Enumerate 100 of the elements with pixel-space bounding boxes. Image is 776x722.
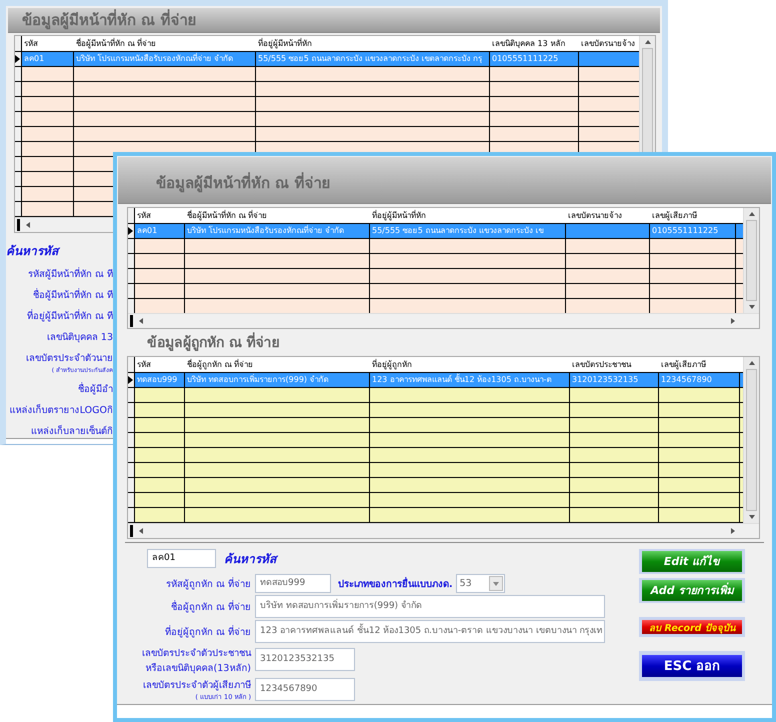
- table-row[interactable]: [128, 478, 743, 493]
- table-row[interactable]: [128, 268, 743, 284]
- table-row[interactable]: [15, 97, 639, 112]
- column-header[interactable]: ชื่อผู้ถูกหัก ณ ที่จ่าย: [185, 356, 370, 372]
- column-header[interactable]: ชื่อผู้มีหน้าที่หัก ณ ที่จ่าย: [185, 208, 370, 223]
- row-header[interactable]: [128, 402, 135, 417]
- table-cell: ลค01: [22, 52, 74, 66]
- table-cell: 0105551111225: [650, 224, 736, 238]
- action-button[interactable]: ลบ Record ปัจจุบัน: [642, 620, 742, 634]
- row-header[interactable]: [128, 508, 135, 522]
- row-header[interactable]: [128, 356, 135, 372]
- row-header[interactable]: [15, 82, 22, 96]
- table-row[interactable]: [128, 448, 743, 463]
- row-header[interactable]: [15, 187, 22, 201]
- row-header[interactable]: [128, 462, 135, 477]
- field-label: เลขบัตรประจำตัวประชาชน: [142, 646, 251, 660]
- table-row[interactable]: [15, 67, 639, 82]
- column-header[interactable]: เลขผู้เสียภาษี: [659, 356, 740, 372]
- column-header[interactable]: รหัส: [135, 356, 185, 372]
- row-header[interactable]: [128, 268, 135, 283]
- row-header[interactable]: [128, 298, 135, 313]
- table-row[interactable]: [128, 254, 743, 269]
- row-header[interactable]: [15, 172, 22, 186]
- row-header[interactable]: [128, 254, 135, 268]
- scroll-up-icon[interactable]: [748, 212, 754, 216]
- input-field[interactable]: บริษัท ทดสอบการเพิ่มรายการ(999) จำกัด: [255, 594, 605, 618]
- table-row[interactable]: [128, 492, 743, 508]
- table-cell: บริษัท ทดสอบการเพิ่มรายการ(999) จำกัด: [185, 372, 370, 387]
- row-header[interactable]: [15, 67, 22, 81]
- column-header[interactable]: ชื่อผู้มีหน้าที่หัก ณ ที่จ่าย: [74, 36, 256, 51]
- window-title: ข้อมูลผู้มีหน้าที่หัก ณ ที่จ่าย: [156, 171, 330, 194]
- scroll-right-icon[interactable]: [731, 528, 735, 534]
- table-row[interactable]: [128, 238, 743, 254]
- search-field[interactable]: ลค01: [147, 548, 216, 568]
- input-field[interactable]: 123 อาคารทศพลแลนด์ ชั้น12 ห้อง1305 ถ.บางนา-ตราด แขวงบางนา เขตบางนา กรุงเท: [255, 620, 605, 643]
- vertical-scrollbar[interactable]: [743, 356, 759, 523]
- row-header[interactable]: [128, 448, 135, 462]
- row-header[interactable]: [128, 238, 135, 253]
- input-field[interactable]: ทดสอบ999: [255, 574, 331, 593]
- field-label: หรือเลขนิติบุคคล(13หลัก): [145, 662, 251, 675]
- field-label: เลขนิติบุคคล 13: [46, 331, 113, 344]
- row-header[interactable]: [15, 52, 22, 66]
- scroll-left-icon[interactable]: [139, 318, 143, 324]
- row-header[interactable]: [128, 432, 135, 447]
- row-header[interactable]: [128, 372, 135, 387]
- row-header[interactable]: [128, 284, 135, 298]
- column-header[interactable]: รหัส: [135, 208, 185, 223]
- column-header[interactable]: ที่อยู่ผู้มีหน้าที่หัก: [370, 208, 566, 223]
- action-button[interactable]: ESC ออก: [642, 654, 742, 677]
- column-header[interactable]: เลขบัตรประชาชน: [570, 356, 659, 372]
- dropdown[interactable]: 53: [456, 574, 505, 593]
- column-header[interactable]: เลขผู้เสียภาษี: [650, 208, 736, 223]
- action-button[interactable]: Edit แก้ไข: [642, 550, 742, 572]
- scroll-up-icon[interactable]: [644, 40, 650, 44]
- table-row[interactable]: [128, 298, 743, 313]
- column-header[interactable]: เลขบัตรนายจ้าง: [566, 208, 650, 223]
- field-label: เลขบัตรประจำตัวผู้เสียภาษี: [143, 678, 251, 692]
- table-row[interactable]: [15, 127, 639, 142]
- vertical-scrollbar[interactable]: [743, 208, 759, 313]
- column-header[interactable]: เลขนิติบุคคล 13 หลัก: [490, 36, 579, 51]
- column-header[interactable]: ที่อยู่ผู้ถูกหัก: [370, 356, 570, 372]
- table-row[interactable]: [128, 462, 743, 478]
- row-header[interactable]: [15, 97, 22, 111]
- table-row[interactable]: [128, 388, 743, 403]
- table-row[interactable]: [128, 418, 743, 433]
- row-header[interactable]: [15, 36, 22, 51]
- row-header[interactable]: [15, 112, 22, 126]
- scroll-up-icon[interactable]: [748, 360, 754, 365]
- row-header[interactable]: [15, 202, 22, 216]
- search-label: ค้นหารหัส: [6, 241, 113, 260]
- column-header[interactable]: ที่อยู่ผู้มีหน้าที่หัก: [256, 36, 490, 51]
- column-header[interactable]: รหัส: [22, 36, 74, 51]
- row-header[interactable]: [128, 478, 135, 492]
- table-row[interactable]: [128, 432, 743, 448]
- input-field[interactable]: 3120123532135: [255, 648, 355, 672]
- table-row[interactable]: [128, 402, 743, 418]
- row-header[interactable]: [128, 418, 135, 432]
- row-header[interactable]: [128, 208, 135, 223]
- table-row[interactable]: [15, 112, 639, 127]
- row-header[interactable]: [15, 142, 22, 156]
- field-label: ที่อยู่ผู้ถูกหัก ณ ที่จ่าย: [164, 624, 251, 639]
- scroll-left-icon[interactable]: [139, 528, 143, 534]
- search-label: ค้นหารหัส: [224, 548, 276, 568]
- scroll-left-icon[interactable]: [26, 222, 30, 228]
- horizontal-scrollbar[interactable]: [128, 522, 759, 538]
- table-row[interactable]: [15, 82, 639, 97]
- table-row[interactable]: [128, 508, 743, 523]
- action-button[interactable]: Add รายการเพิ่ม: [642, 580, 742, 601]
- row-header[interactable]: [15, 157, 22, 171]
- table-row[interactable]: [128, 284, 743, 299]
- field-label: รหัสผู้ถูกหัก ณ ที่จ่าย: [166, 576, 251, 591]
- row-header[interactable]: [128, 388, 135, 402]
- scroll-down-icon[interactable]: [748, 304, 754, 309]
- row-header[interactable]: [128, 492, 135, 507]
- row-header[interactable]: [15, 127, 22, 141]
- input-field[interactable]: 1234567890: [255, 678, 355, 701]
- row-header[interactable]: [128, 224, 135, 238]
- scroll-down-icon[interactable]: [748, 514, 754, 519]
- horizontal-scrollbar[interactable]: [128, 312, 759, 328]
- scroll-right-icon[interactable]: [731, 318, 735, 324]
